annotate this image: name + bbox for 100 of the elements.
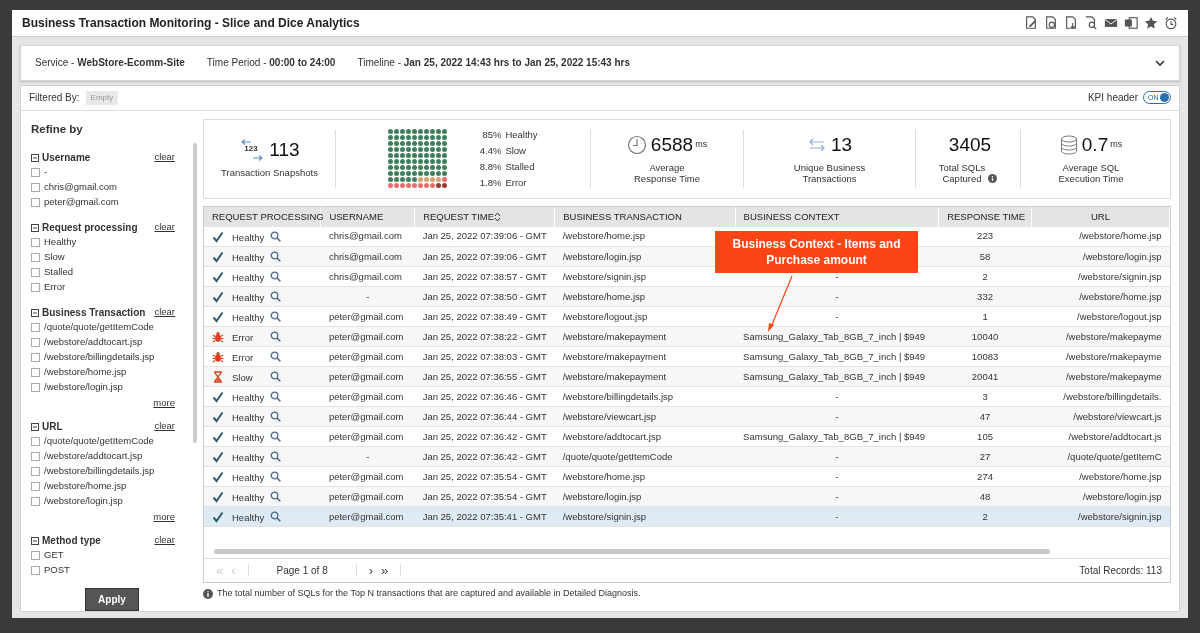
column-header[interactable]: URL (1031, 206, 1170, 227)
search-icon[interactable] (270, 371, 281, 383)
checkbox[interactable] (31, 437, 40, 446)
table-row[interactable]: Healthy peter@gmail.com Jan 25, 2022 07:35:54 - GMT /webstore/home.jsp - 274 /webstore/home.jsp (204, 466, 1170, 487)
filter-option-label: Stalled (44, 265, 74, 280)
check-icon (212, 430, 224, 443)
search-icon[interactable] (270, 351, 281, 363)
checkbox[interactable] (31, 323, 40, 332)
chevron-down-icon[interactable] (1155, 58, 1165, 67)
column-header[interactable]: BUSINESS TRANSACTION (554, 206, 736, 227)
checkbox[interactable] (31, 497, 40, 506)
search-icon[interactable] (270, 491, 281, 503)
scrollbar[interactable] (214, 548, 1050, 554)
table-row[interactable]: Slow peter@gmail.com Jan 25, 2022 07:36:55 - GMT /webstore/makepayment Samsung_Galaxy_Tab_8GB_7_inch | $949 20041 /webstore/makepayme (204, 366, 1170, 387)
collapse-icon[interactable] (31, 422, 39, 431)
search-icon[interactable] (270, 291, 281, 303)
search-icon[interactable] (270, 311, 281, 323)
clear-link[interactable]: clear (154, 305, 175, 320)
clear-link[interactable]: clear (154, 220, 175, 235)
checkbox[interactable] (31, 368, 40, 377)
checkbox[interactable] (31, 338, 40, 347)
collapse-icon[interactable] (31, 308, 39, 317)
document-download-icon[interactable] (1064, 15, 1078, 30)
sort-icon[interactable] (494, 212, 502, 223)
search-icon[interactable] (270, 471, 281, 483)
legend-value: 85% (481, 127, 502, 142)
column-header[interactable]: REQUEST TIME (414, 206, 555, 227)
search-icon[interactable] (270, 331, 281, 343)
checkbox[interactable] (31, 198, 40, 207)
table-cell: Jan 25, 2022 07:35:41 - GMT (422, 510, 547, 522)
table-row[interactable]: Healthy peter@gmail.com Jan 25, 2022 07:36:42 - GMT /webstore/addtocart.jsp Samsung_Galaxy_Tab_8GB_7_inch | $949 105 /webstore/addtocart.js (204, 426, 1170, 447)
checkbox[interactable] (31, 551, 40, 560)
checkbox[interactable] (31, 566, 40, 575)
checkbox[interactable] (31, 183, 40, 192)
waffle-chart (388, 129, 448, 189)
kpi-label: Total SQLs Captured (938, 161, 986, 184)
checkbox[interactable] (31, 452, 40, 461)
checkbox[interactable] (31, 168, 40, 177)
search-icon[interactable] (270, 411, 281, 423)
table-row[interactable]: Healthy peter@gmail.com Jan 25, 2022 07:36:44 - GMT /webstore/viewcart.jsp - 47 /webstore/viewcart.js (204, 406, 1170, 427)
collapse-icon[interactable] (31, 223, 39, 232)
column-header[interactable]: REQUEST PROCESSING (204, 206, 321, 227)
clear-link[interactable]: clear (154, 419, 175, 434)
checkbox[interactable] (31, 268, 40, 277)
table-cell: - (835, 290, 839, 302)
legend-value: 8.8% (478, 159, 502, 174)
checkbox[interactable] (31, 253, 40, 262)
table-row[interactable]: Healthy - Jan 25, 2022 07:36:42 - GMT /quote/quote/getItemCode - 27 /quote/quote/getItemC (204, 446, 1170, 467)
table-cell: /webstore/home.jsp (562, 230, 646, 242)
pager-button[interactable]: » (377, 563, 393, 577)
table-cell: /webstore/signin.jsp (1078, 270, 1162, 282)
table-row[interactable]: Healthy peter@gmail.com Jan 25, 2022 07:35:54 - GMT /webstore/login.jsp - 48 /webstore/login.jsp (204, 486, 1170, 507)
collapse-icon[interactable] (31, 153, 39, 162)
table-row[interactable]: Healthy peter@gmail.com Jan 25, 2022 07:36:46 - GMT /webstore/billingdetails.jsp - 3 /webstore/billingdetails. (204, 386, 1170, 407)
checkbox[interactable] (31, 482, 40, 491)
checkbox[interactable] (31, 238, 40, 247)
status-text: Healthy (232, 291, 266, 306)
alarm-clock-icon[interactable] (1164, 15, 1178, 30)
filter-option-label: /webstore/addtocart.jsp (44, 449, 143, 464)
table-cell: peter@gmail.com (328, 470, 404, 482)
column-header[interactable]: BUSINESS CONTEXT (735, 206, 939, 227)
table-row[interactable]: Healthy - Jan 25, 2022 07:38:50 - GMT /webstore/home.jsp - 332 /webstore/home.jsp (204, 286, 1170, 307)
search-icon[interactable] (270, 251, 281, 263)
more-link[interactable]: more (153, 511, 175, 522)
table-row[interactable]: Error peter@gmail.com Jan 25, 2022 07:38:22 - GMT /webstore/makepayment Samsung_Galaxy_Tab_8GB_7_inch | $949 10040 /webstore/makepayme (204, 326, 1170, 347)
star-icon[interactable] (1144, 15, 1158, 30)
table-row[interactable]: Healthy peter@gmail.com Jan 25, 2022 07:38:49 - GMT /webstore/logout.jsp - 1 /webstore/logout.jsp (204, 306, 1170, 327)
search-icon[interactable] (270, 511, 281, 523)
search-icon[interactable] (270, 231, 281, 242)
pager-button[interactable]: › (364, 563, 378, 577)
document-settings-icon[interactable] (1044, 15, 1058, 30)
table-row[interactable]: Healthy peter@gmail.com Jan 25, 2022 07:35:41 - GMT /webstore/signin.jsp - 2 /webstore/signin.jsp (204, 506, 1170, 527)
table-cell: 27 (979, 450, 991, 462)
clear-link[interactable]: clear (154, 533, 175, 548)
checkbox[interactable] (31, 353, 40, 362)
clear-link[interactable]: clear (154, 150, 175, 165)
table-cell: Jan 25, 2022 07:38:03 - GMT (422, 350, 547, 362)
filter-group-title: Request processing (42, 221, 138, 235)
search-icon[interactable] (270, 451, 281, 463)
document-search-icon[interactable] (1084, 15, 1098, 30)
scrollbar[interactable] (193, 142, 197, 443)
table-cell: /webstore/addtocart.js (1068, 430, 1162, 442)
office-document-icon[interactable] (1124, 15, 1138, 30)
search-icon[interactable] (270, 391, 281, 403)
collapse-icon[interactable] (31, 536, 39, 545)
table-row[interactable]: Error peter@gmail.com Jan 25, 2022 07:38:03 - GMT /webstore/makepayment Samsung_Galaxy_Tab_8GB_7_inch | $949 10083 /webstore/makepayme (204, 346, 1170, 367)
search-icon[interactable] (270, 271, 281, 283)
filter-option-label: Error (44, 280, 66, 295)
checkbox[interactable] (31, 467, 40, 476)
more-link[interactable]: more (153, 397, 175, 408)
checkbox[interactable] (31, 383, 40, 392)
search-icon[interactable] (270, 431, 281, 443)
bug-icon (212, 350, 224, 363)
info-icon[interactable] (988, 173, 998, 183)
apply-button[interactable]: Apply (85, 588, 139, 611)
table-cell: Jan 25, 2022 07:39:06 - GMT (422, 230, 547, 242)
column-header[interactable]: RESPONSE TIME (938, 206, 1032, 227)
edit-document-icon[interactable] (1024, 15, 1038, 30)
table-cell: /quote/quote/getItemC (1067, 450, 1162, 462)
checkbox[interactable] (31, 283, 40, 292)
